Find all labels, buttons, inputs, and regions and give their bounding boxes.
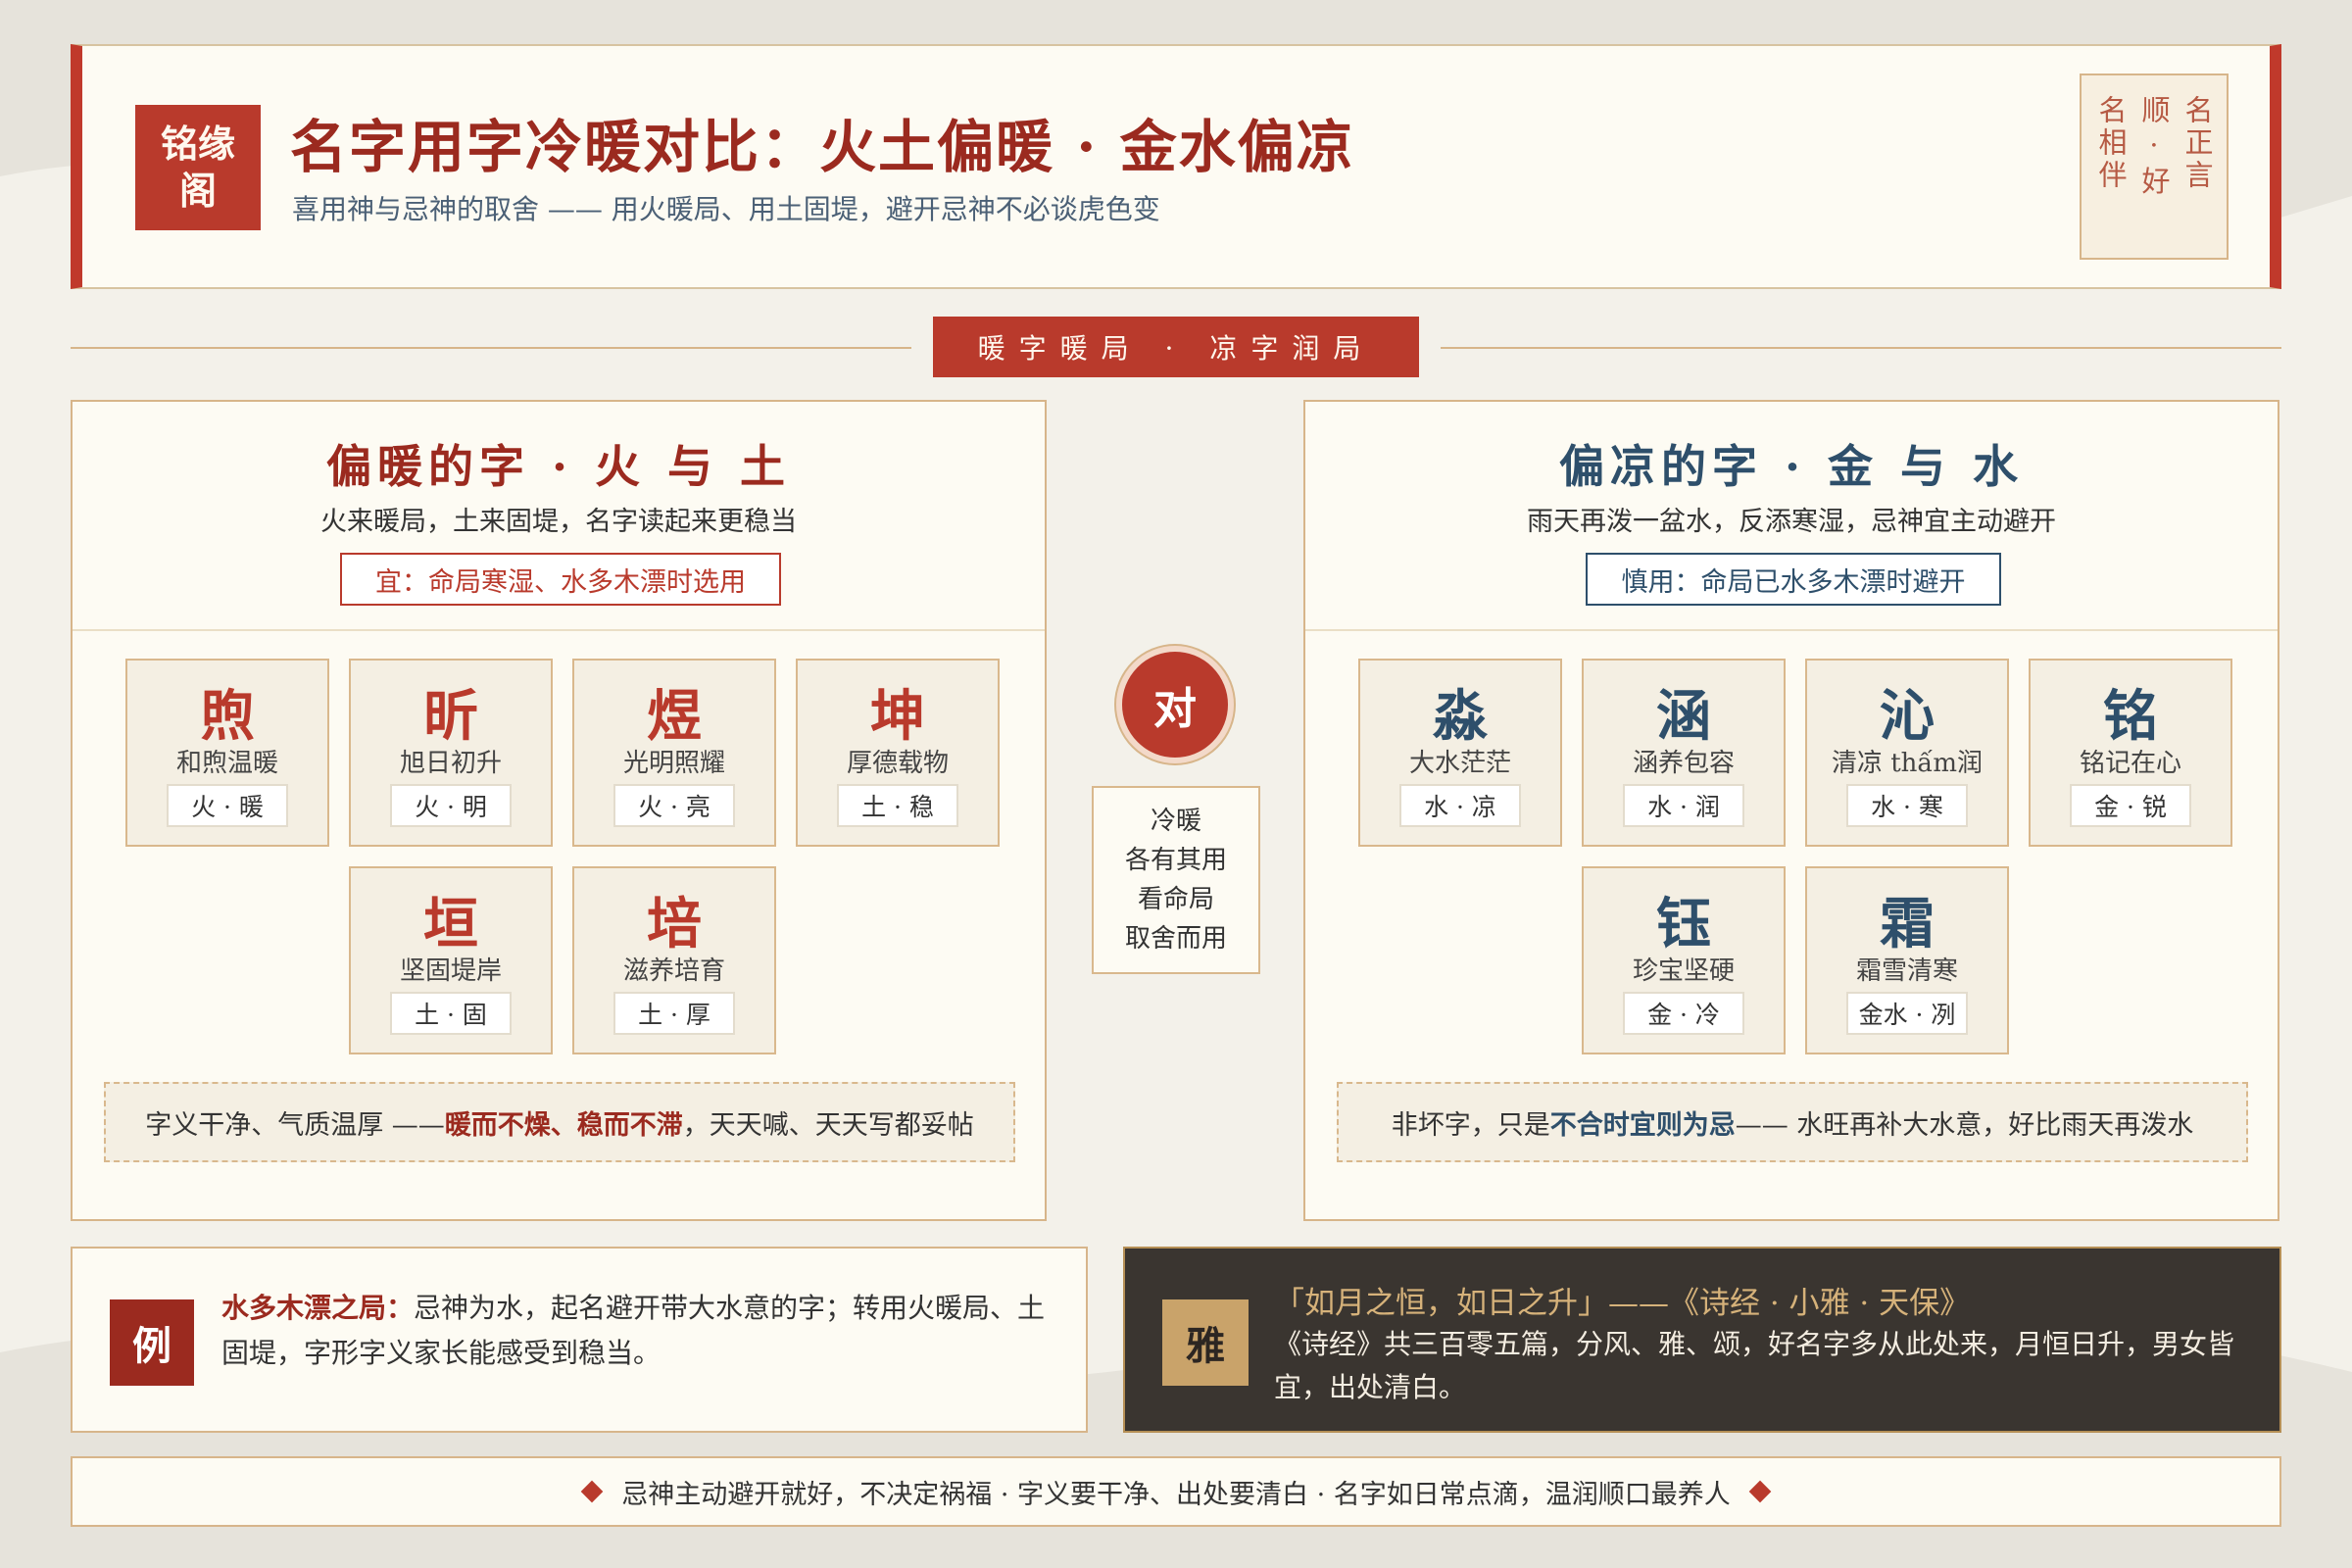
warm-note-post: ，天天喊、天天写都妥帖 (682, 1109, 974, 1141)
char-card-yu: 煜 光明照耀 火 · 亮 (572, 659, 776, 847)
cool-note-pre: 非坏字，只是 (1391, 1109, 1550, 1141)
char-glyph: 煜 (647, 684, 702, 749)
footer-text: 忌神主动避开就好，不决定祸福 · 字义要干净、出处要清白 · 名字如日常点滴，温… (621, 1479, 1731, 1510)
diamond-icon (580, 1480, 604, 1503)
char-meaning: 大水茫茫 (1408, 749, 1511, 778)
char-meaning: 厚德载物 (846, 749, 949, 778)
char-card-xu: 煦 和煦温暖 火 · 暖 (125, 659, 329, 847)
char-meaning: 滋养培育 (622, 956, 725, 986)
char-element-tag: 金水 · 冽 (1846, 992, 1968, 1035)
cool-panel-title: 偏凉的字 · 金 与 水 (1558, 440, 2025, 493)
char-card-ming: 铭 铭记在心 金 · 锐 (2029, 659, 2232, 847)
char-meaning: 旭日初升 (399, 749, 502, 778)
char-glyph: 钰 (1656, 892, 1711, 956)
seal-column: 名正言 (2180, 95, 2214, 192)
diamond-icon (1748, 1480, 1772, 1503)
char-card-kun: 坤 厚德载物 土 · 稳 (796, 659, 1000, 847)
char-element-tag: 火 · 暖 (167, 784, 288, 827)
char-element-tag: 金 · 锐 (2070, 784, 2191, 827)
char-meaning: 珍宝坚硬 (1632, 956, 1735, 986)
char-meaning: 光明照耀 (622, 749, 725, 778)
divider (1305, 629, 2278, 631)
char-card-yu-jin: 钰 珍宝坚硬 金 · 冷 (1582, 866, 1786, 1054)
vs-note-line: 取舍而用 (1124, 924, 1227, 954)
seal-stamp: 名正言 顺 · 好 名相伴 (2080, 74, 2229, 260)
char-card-shuang: 霜 霜雪清寒 金水 · 冽 (1805, 866, 2009, 1054)
vs-badge: 对 (1116, 646, 1234, 763)
char-card-qin: 沁 清凉 thấm润 水 · 寒 (1805, 659, 2009, 847)
quote-box: 雅 「如月之恒，如日之升」——《诗经 · 小雅 · 天保》 《诗经》共三百零五篇… (1123, 1247, 2281, 1433)
warm-note: 字义干净、气质温厚 —— 暖而不燥、稳而不滞 ，天天喊、天天写都妥帖 (104, 1082, 1015, 1162)
seal-column: 顺 · 好 (2137, 95, 2171, 199)
char-element-tag: 土 · 固 (390, 992, 512, 1035)
vs-note-line: 各有其用 (1124, 846, 1227, 875)
banner-divider-right (1441, 347, 2281, 349)
char-element-tag: 火 · 亮 (613, 784, 735, 827)
example-badge: 例 (110, 1299, 194, 1386)
char-glyph: 涵 (1656, 684, 1711, 749)
char-glyph: 坤 (870, 684, 925, 749)
divider (73, 629, 1045, 631)
cool-note-strong: 不合时宜则为忌 (1549, 1109, 1736, 1141)
warm-note-pre: 字义干净、气质温厚 —— (145, 1109, 445, 1141)
char-glyph: 淼 (1433, 684, 1488, 749)
cool-panel: 偏凉的字 · 金 与 水 雨天再泼一盆水，反添寒湿，忌神宜主动避开 慎用：命局已… (1303, 400, 2279, 1221)
char-element-tag: 火 · 明 (390, 784, 512, 827)
char-meaning: 和煦温暖 (175, 749, 278, 778)
example-box: 例 水多木漂之局：忌神为水，起名避开带大水意的字；转用火暖局、土固堤，字形字义家… (71, 1247, 1088, 1433)
cool-usage-tag: 慎用：命局已水多木漂时避开 (1586, 553, 2001, 606)
char-glyph: 煦 (200, 684, 255, 749)
char-card-han: 涵 涵养包容 水 · 润 (1582, 659, 1786, 847)
char-meaning: 涵养包容 (1632, 749, 1735, 778)
section-banner: 暖字暖局 · 凉字润局 (933, 317, 1419, 377)
char-glyph: 沁 (1880, 684, 1935, 749)
char-meaning: 清凉 thấm润 (1831, 749, 1984, 778)
warm-panel-desc: 火来暖局，土来固堤，名字读起来更稳当 (320, 507, 797, 537)
char-glyph: 垣 (423, 892, 478, 956)
cool-panel-desc: 雨天再泼一盆水，反添寒湿，忌神宜主动避开 (1527, 507, 2056, 537)
char-card-miao: 淼 大水茫茫 水 · 凉 (1358, 659, 1562, 847)
logo: 铭缘阁 (135, 105, 261, 230)
char-card-xin: 昕 旭日初升 火 · 明 (349, 659, 553, 847)
page-title: 名字用字冷暖对比：火土偏暖 · 金水偏凉 (290, 114, 1355, 180)
vs-note-line: 看命局 (1137, 885, 1214, 914)
vs-note: 冷暖 各有其用 看命局 取舍而用 (1092, 786, 1260, 974)
warm-panel-title: 偏暖的字 · 火 与 土 (325, 440, 792, 493)
char-glyph: 昕 (423, 684, 478, 749)
char-glyph: 霜 (1880, 892, 1935, 956)
cool-note: 非坏字，只是 不合时宜则为忌 —— 水旺再补大水意，好比雨天再泼水 (1337, 1082, 2248, 1162)
quote-body: 《诗经》共三百零五篇，分风、雅、颂，好名字多从此处来，月恒日升，男女皆宜，出处清… (1274, 1328, 2235, 1403)
char-element-tag: 土 · 厚 (613, 992, 735, 1035)
cool-note-post: —— 水旺再补大水意，好比雨天再泼水 (1735, 1109, 2194, 1141)
char-card-pei: 培 滋养培育 土 · 厚 (572, 866, 776, 1054)
seal-column: 名相伴 (2094, 95, 2128, 192)
vs-note-line: 冷暖 (1150, 807, 1201, 836)
warm-note-strong: 暖而不燥、稳而不滞 (444, 1109, 683, 1141)
header: 铭缘阁 名字用字冷暖对比：火土偏暖 · 金水偏凉 喜用神与忌神的取舍 —— 用火… (71, 44, 2281, 289)
warm-usage-tag: 宜：命局寒湿、水多木漂时选用 (340, 553, 781, 606)
char-element-tag: 水 · 润 (1623, 784, 1744, 827)
char-glyph: 培 (647, 892, 702, 956)
char-meaning: 霜雪清寒 (1855, 956, 1958, 986)
char-element-tag: 土 · 稳 (837, 784, 958, 827)
char-glyph: 铭 (2103, 684, 2158, 749)
footer: 忌神主动避开就好，不决定祸福 · 字义要干净、出处要清白 · 名字如日常点滴，温… (71, 1456, 2281, 1527)
char-meaning: 铭记在心 (2079, 749, 2181, 778)
char-element-tag: 水 · 寒 (1846, 784, 1968, 827)
quote-badge: 雅 (1162, 1299, 1249, 1386)
banner-divider-left (71, 347, 911, 349)
page-subtitle: 喜用神与忌神的取舍 —— 用火暖局、用土固堤，避开忌神不必谈虎色变 (292, 193, 1160, 225)
quote-title: 「如月之恒，如日之升」——《诗经 · 小雅 · 天保》 (1274, 1286, 1971, 1321)
warm-panel: 偏暖的字 · 火 与 土 火来暖局，土来固堤，名字读起来更稳当 宜：命局寒湿、水… (71, 400, 1047, 1221)
example-text: 水多木漂之局：忌神为水，起名避开带大水意的字；转用火暖局、土固堤，字形字义家长能… (221, 1286, 1054, 1376)
char-meaning: 坚固堤岸 (399, 956, 502, 986)
example-label: 水多木漂之局： (221, 1292, 415, 1324)
char-element-tag: 水 · 凉 (1399, 784, 1521, 827)
char-card-yuan: 垣 坚固堤岸 土 · 固 (349, 866, 553, 1054)
char-element-tag: 金 · 冷 (1623, 992, 1744, 1035)
